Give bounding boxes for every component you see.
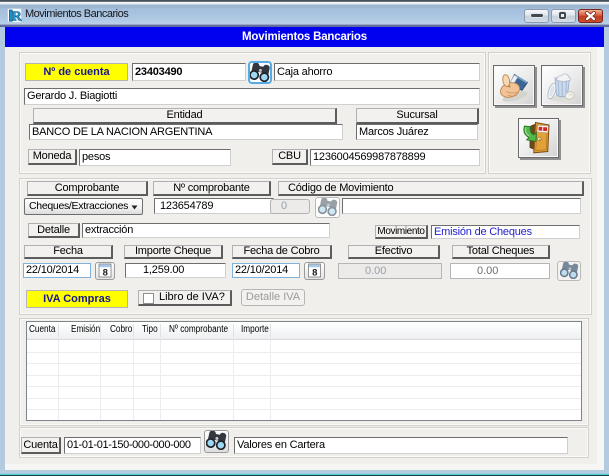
- svg-text:8: 8: [103, 267, 108, 278]
- svg-text:R: R: [12, 9, 22, 23]
- svg-text:8: 8: [312, 267, 317, 278]
